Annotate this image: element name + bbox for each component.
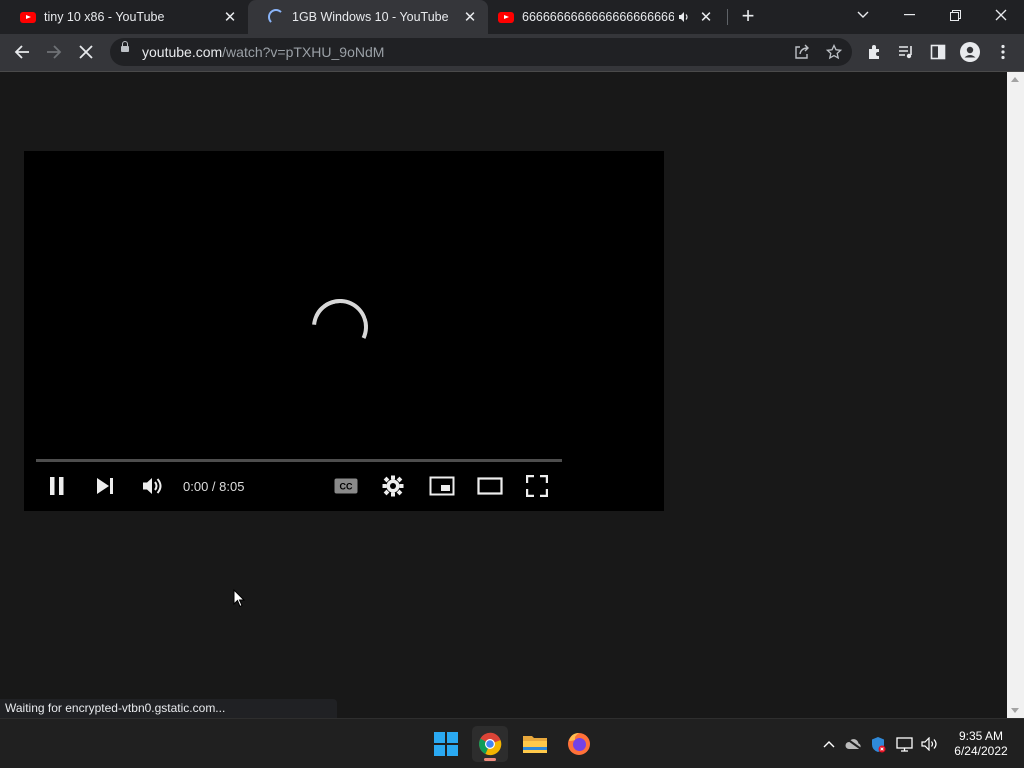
windows-taskbar: 9:35 AM 6/24/2022 (0, 718, 1024, 768)
browser-toolbar: youtube.com/watch?v=pTXHU_9oNdM (0, 34, 1024, 72)
tab-1gb-windows-10[interactable]: 1GB Windows 10 - YouTube ✕ (248, 0, 488, 34)
url-text[interactable]: youtube.com/watch?v=pTXHU_9oNdM (142, 44, 384, 60)
firefox-icon (568, 733, 590, 755)
system-clock[interactable]: 9:35 AM 6/24/2022 (946, 729, 1016, 759)
chrome-icon (479, 732, 502, 756)
file-explorer-taskbar-button[interactable] (517, 726, 553, 762)
loading-spinner-icon (268, 9, 284, 25)
pause-icon (50, 477, 64, 495)
close-icon[interactable] (978, 0, 1024, 30)
settings-gear-icon (382, 475, 404, 497)
fullscreen-icon (526, 475, 548, 497)
side-panel-icon[interactable] (925, 39, 951, 65)
stop-icon[interactable] (73, 39, 99, 65)
onedrive-offline-icon[interactable] (844, 735, 864, 753)
lock-icon[interactable] (121, 41, 129, 52)
youtube-icon (20, 11, 36, 23)
firefox-taskbar-button[interactable] (561, 726, 597, 762)
scroll-up-icon[interactable] (1011, 77, 1019, 82)
miniplayer-button[interactable] (429, 473, 455, 499)
tab-title: tiny 10 x86 - YouTube (44, 10, 165, 24)
next-button[interactable] (95, 473, 115, 499)
svg-text:CC: CC (340, 482, 353, 492)
status-bubble: Waiting for encrypted-vtbn0.gstatic.com.… (0, 699, 338, 718)
fullscreen-button[interactable] (526, 473, 548, 499)
media-control-icon[interactable] (893, 39, 919, 65)
next-icon (97, 478, 113, 494)
video-progress-bar[interactable] (36, 459, 562, 462)
network-icon[interactable] (895, 735, 915, 753)
restore-icon[interactable] (932, 0, 978, 30)
minimize-icon[interactable] (886, 0, 932, 30)
volume-icon[interactable] (920, 735, 940, 753)
theater-mode-button[interactable] (477, 473, 503, 499)
page-content: 0:00 / 8:05 CC (0, 72, 1007, 718)
volume-button[interactable] (142, 473, 164, 499)
clock-time: 9:35 AM (958, 729, 1004, 743)
clock-date: 6/24/2022 (954, 744, 1008, 758)
captions-button[interactable]: CC (334, 473, 358, 499)
windows-start-button[interactable] (428, 726, 464, 762)
menu-icon[interactable] (990, 39, 1016, 65)
close-tab-icon[interactable]: ✕ (462, 9, 478, 26)
youtube-icon (498, 11, 514, 23)
share-icon[interactable] (789, 39, 815, 65)
loading-spinner-icon (304, 291, 376, 363)
speaker-icon[interactable] (678, 11, 690, 23)
close-tab-icon[interactable]: ✕ (698, 9, 714, 26)
miniplayer-icon (429, 476, 455, 496)
scroll-down-icon[interactable] (1011, 708, 1019, 713)
file-explorer-icon (523, 736, 547, 753)
tab-title: 1GB Windows 10 - YouTube (292, 10, 449, 24)
tab-title: 6666666666666666666666666 (522, 10, 674, 24)
new-tab-button[interactable]: + (737, 5, 759, 28)
tab-strip: tiny 10 x86 - YouTube ✕ 1GB Windows 10 -… (0, 0, 1024, 34)
close-tab-icon[interactable]: ✕ (222, 9, 238, 26)
tab-6666[interactable]: 6666666666666666666666666 ✕ (478, 0, 726, 34)
mouse-cursor-icon (233, 588, 246, 613)
video-player[interactable]: 0:00 / 8:05 CC (24, 151, 664, 511)
tab-separator (727, 9, 728, 25)
extensions-icon[interactable] (861, 39, 887, 65)
active-app-indicator (484, 758, 496, 761)
volume-icon (143, 478, 162, 494)
time-display: 0:00 / 8:05 (183, 479, 245, 494)
back-icon[interactable] (9, 39, 35, 65)
settings-button[interactable] (382, 473, 404, 499)
theater-mode-icon (477, 477, 503, 495)
chrome-taskbar-button[interactable] (472, 726, 508, 762)
tab-tiny-10[interactable]: tiny 10 x86 - YouTube ✕ (0, 0, 248, 34)
pause-button[interactable] (48, 473, 66, 499)
page-scrollbar[interactable] (1007, 72, 1024, 718)
profile-icon[interactable] (957, 39, 983, 65)
forward-icon[interactable] (41, 39, 67, 65)
windows-start-icon (434, 732, 458, 756)
address-bar[interactable]: youtube.com/watch?v=pTXHU_9oNdM (110, 38, 852, 66)
tab-search-icon[interactable] (840, 0, 886, 30)
captions-icon: CC (334, 478, 358, 494)
windows-security-icon[interactable] (868, 735, 888, 753)
bookmark-star-icon[interactable] (821, 39, 847, 65)
show-hidden-icons-chevron[interactable] (819, 735, 839, 753)
